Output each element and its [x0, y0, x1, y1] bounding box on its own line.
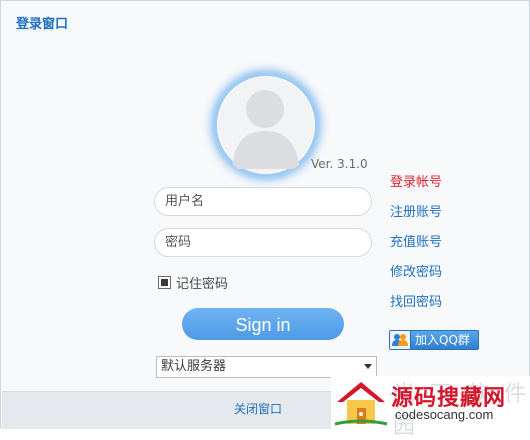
remember-label: 记住密码 — [176, 277, 229, 292]
qq-group-icon — [390, 331, 411, 349]
watermark: 光 下 软 件 园 源码搜藏网 codesocang.com — [331, 376, 530, 439]
watermark-subtitle: codesocang.com — [395, 407, 494, 422]
remember-password[interactable]: 记住密码 — [158, 273, 228, 292]
server-select[interactable]: 默认服务器 — [156, 356, 377, 378]
version-label: Ver. 3.1.0 — [311, 157, 368, 171]
side-links: 登录帐号 注册账号 充值账号 修改密码 找回密码 — [390, 173, 442, 323]
login-window: 登录窗口 Ver. 3.1.0 记住密码 Sign in 默认服务器 登录帐号 … — [0, 0, 530, 439]
user-silhouette-icon — [218, 77, 314, 173]
sign-in-button[interactable]: Sign in — [182, 308, 344, 340]
avatar — [214, 73, 318, 177]
house-logo-icon — [334, 382, 388, 426]
window-title: 登录窗口 — [16, 17, 69, 32]
password-input[interactable] — [154, 228, 372, 257]
qq-button-label: 加入QQ群 — [415, 333, 470, 347]
link-change-password[interactable]: 修改密码 — [390, 263, 442, 293]
checkbox-check-mark — [161, 279, 168, 286]
link-login-account[interactable]: 登录帐号 — [390, 173, 442, 203]
link-recharge-account[interactable]: 充值账号 — [390, 233, 442, 263]
chevron-down-icon[interactable] — [364, 364, 372, 369]
link-register-account[interactable]: 注册账号 — [390, 203, 442, 233]
server-selected-value: 默认服务器 — [161, 359, 227, 374]
username-input[interactable] — [154, 187, 372, 216]
link-recover-password[interactable]: 找回密码 — [390, 293, 442, 323]
close-window-link[interactable]: 关闭窗口 — [234, 402, 282, 416]
join-qq-group-button[interactable]: 加入QQ群 — [389, 330, 479, 350]
remember-checkbox[interactable] — [158, 276, 171, 289]
